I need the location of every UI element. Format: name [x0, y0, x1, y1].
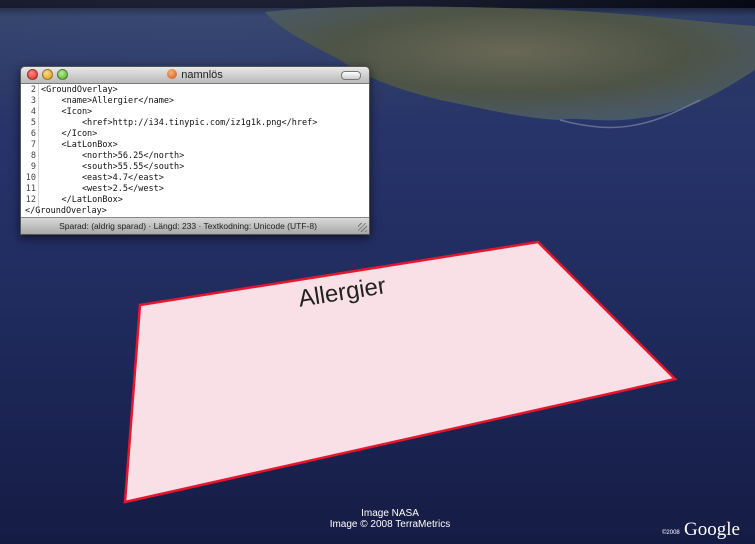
code-line[interactable]: </Icon>: [41, 129, 97, 139]
resize-grip-icon[interactable]: [358, 223, 367, 232]
window-titlebar[interactable]: namnlös: [21, 67, 369, 84]
code-line[interactable]: <east>4.7</east>: [41, 173, 164, 183]
line-number: 9: [30, 162, 36, 172]
google-copyright-year: ©2008: [662, 530, 680, 536]
code-line[interactable]: <west>2.5</west>: [41, 184, 164, 194]
credit-line-terrametrics: Image © 2008 TerraMetrics: [329, 519, 451, 530]
line-number: 3: [30, 96, 36, 106]
code-line[interactable]: </LatLonBox>: [41, 195, 122, 205]
line-number: 6: [30, 129, 36, 139]
line-number: 5: [30, 118, 36, 128]
imagery-credits: Image NASA Image © 2008 TerraMetrics: [300, 508, 480, 530]
line-number: 11: [25, 184, 36, 194]
window-title: namnlös: [181, 69, 223, 81]
code-line[interactable]: <LatLonBox>: [41, 140, 117, 150]
code-line[interactable]: </GroundOverlay>: [25, 206, 107, 216]
status-text: Sparad: (aldrig sparad) · Längd: 233 · T…: [59, 221, 317, 231]
text-editor-window[interactable]: namnlös 2 3 4 5 6 7 8 9 10 11 12 <Ground…: [20, 66, 370, 235]
code-line[interactable]: <name>Allergier</name>: [41, 96, 174, 106]
code-line[interactable]: <GroundOverlay>: [41, 85, 118, 95]
code-line[interactable]: <Icon>: [41, 107, 92, 117]
code-text-area[interactable]: 2 3 4 5 6 7 8 9 10 11 12 <GroundOverlay>…: [21, 84, 369, 216]
line-number: 8: [30, 151, 36, 161]
code-line[interactable]: <href>http://i34.tinypic.com/iz1g1k.png<…: [41, 118, 317, 128]
window-title-group: namnlös: [21, 68, 369, 82]
google-logo: Google: [684, 519, 740, 540]
line-number-gutter: 2 3 4 5 6 7 8 9 10 11 12: [21, 84, 39, 216]
status-bar: Sparad: (aldrig sparad) · Längd: 233 · T…: [21, 217, 369, 234]
line-number: 2: [30, 85, 36, 95]
code-line[interactable]: <north>56.25</north>: [41, 151, 184, 161]
line-number: 12: [25, 195, 36, 205]
code-line[interactable]: <south>55.55</south>: [41, 162, 184, 172]
toolbar-toggle-button[interactable]: [341, 71, 361, 80]
line-number: 10: [25, 173, 36, 183]
document-icon: [167, 69, 178, 79]
credit-line-nasa: Image NASA: [361, 508, 419, 519]
line-number: 7: [30, 140, 36, 150]
line-number: 4: [30, 107, 36, 117]
